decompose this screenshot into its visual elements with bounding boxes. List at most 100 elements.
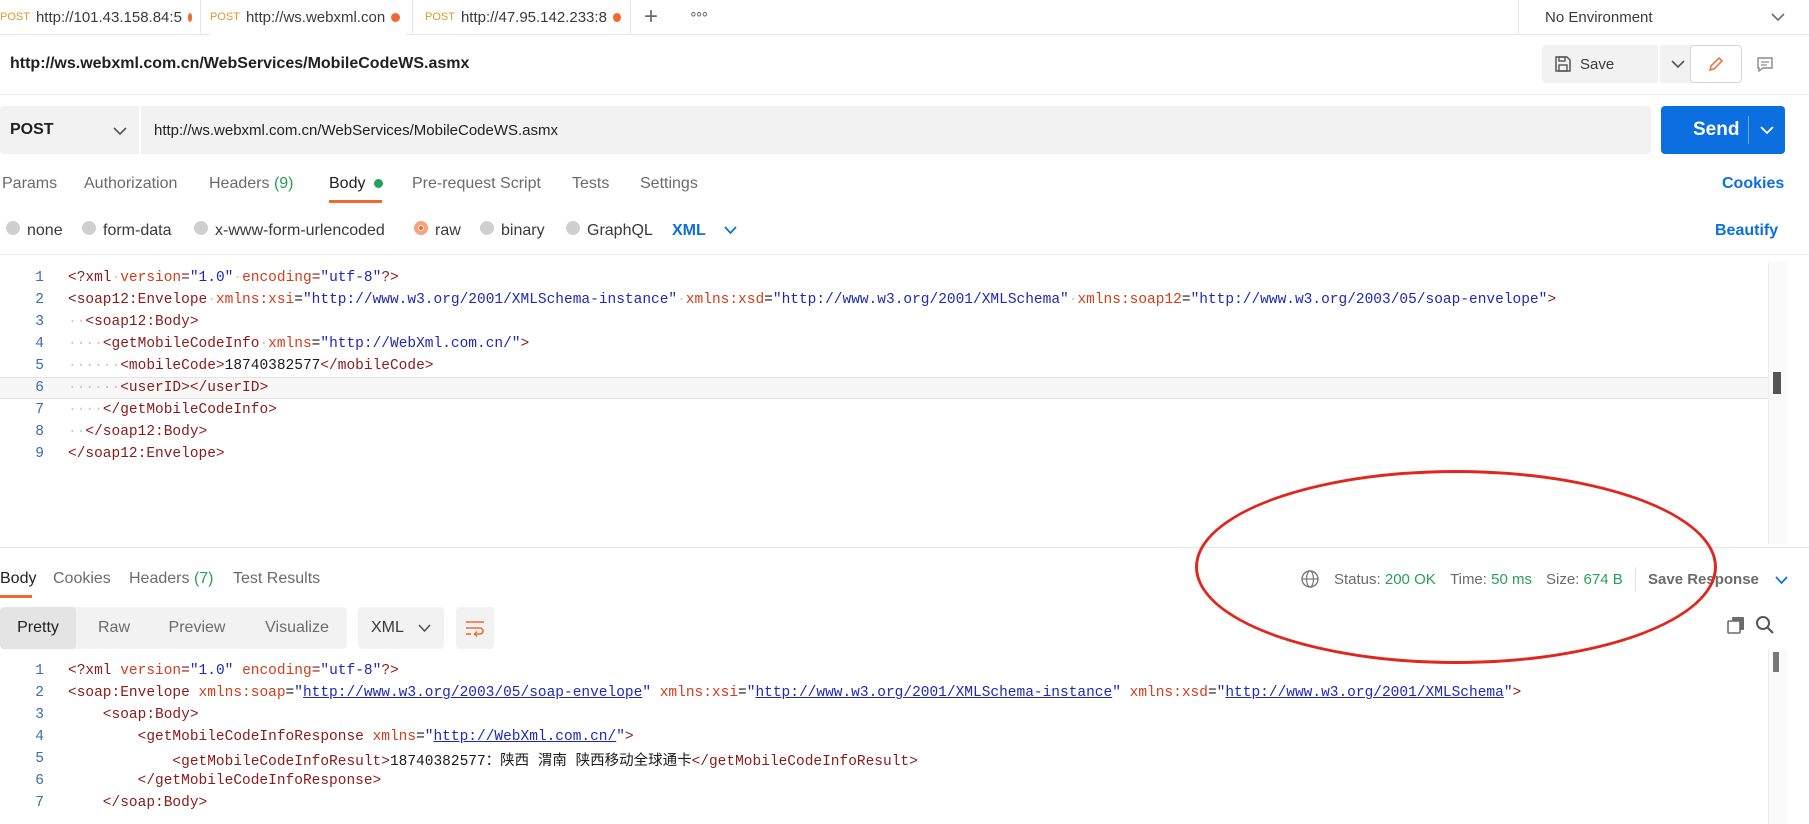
code-text: <userID></userID>	[120, 380, 269, 396]
chevron-down-icon[interactable]	[1760, 125, 1774, 135]
language-select[interactable]: XML	[672, 222, 737, 240]
environment-selector[interactable]: No Environment	[1518, 0, 1809, 34]
code-text: </getMobileCodeInfoResponse>	[68, 773, 382, 789]
line-number: 7	[35, 795, 44, 811]
chevron-down-icon	[418, 623, 431, 632]
tab-prerequest-script[interactable]: Pre-request Script	[412, 175, 541, 193]
response-tab-headers[interactable]: Headers (7)	[129, 570, 214, 588]
radio-none[interactable]	[6, 221, 20, 235]
active-tab-underline	[329, 200, 382, 203]
line-number: 6	[35, 380, 44, 396]
radio-form-data[interactable]	[82, 221, 96, 235]
format-raw[interactable]: Raw	[88, 607, 140, 649]
save-response-button[interactable]: Save Response	[1648, 571, 1788, 588]
line-number: 3	[35, 314, 44, 330]
radio-graphql[interactable]	[566, 221, 580, 235]
save-button[interactable]: Save	[1542, 45, 1658, 83]
chevron-down-icon	[724, 226, 737, 235]
method-select[interactable]: POST	[0, 106, 139, 154]
code-line: 1 <?xml·version="1.0"·encoding="utf-8"?>	[0, 267, 1770, 289]
request-name[interactable]: http://ws.webxml.com.cn/WebServices/Mobi…	[10, 55, 469, 73]
wrap-lines-button[interactable]	[456, 607, 494, 649]
code-text: <getMobileCodeInfoResult>18740382577：陕西 …	[68, 753, 918, 770]
request-body-editor[interactable]: 1 <?xml·version="1.0"·encoding="utf-8"?> …	[0, 267, 1770, 547]
response-status[interactable]: Status: 200 OK	[1334, 571, 1436, 588]
code-line: 4 ···· <getMobileCodeInfo·xmlns="http://We…	[0, 333, 1770, 355]
line-number: 2	[35, 685, 44, 701]
request-tab[interactable]: POST http://101.43.158.84:5	[0, 0, 192, 34]
code-text: <?xml version="1.0" encoding="utf-8"?>	[68, 663, 399, 679]
radio-form-data-label: form-data	[103, 222, 172, 239]
code-line: 7 </soap:Body>	[0, 792, 1770, 814]
comments-button[interactable]	[1748, 45, 1782, 83]
format-preview[interactable]: Preview	[160, 607, 234, 649]
save-response-label: Save Response	[1648, 571, 1759, 588]
code-line: 5 <getMobileCodeInfoResult>18740382577：陕…	[0, 748, 1770, 770]
code-line: 3 <soap:Body>	[0, 704, 1770, 726]
beautify-link[interactable]: Beautify	[1715, 222, 1778, 240]
active-tab-underline	[0, 595, 32, 598]
editor-scrollbar[interactable]	[1768, 262, 1787, 544]
tab-url: http://ws.webxml.con	[245, 8, 386, 26]
request-tab[interactable]: POST http://47.95.142.233:8	[425, 0, 621, 34]
response-tab-test-results[interactable]: Test Results	[233, 570, 320, 588]
tab-authorization[interactable]: Authorization	[84, 175, 177, 193]
send-button[interactable]: Send	[1661, 106, 1785, 154]
line-number: 8	[35, 424, 44, 440]
copy-icon[interactable]	[1726, 615, 1746, 635]
response-headers-count: (7)	[193, 570, 214, 587]
tab-body[interactable]: Body	[329, 175, 383, 193]
scrollbar-thumb[interactable]	[1773, 652, 1779, 672]
tab-tests[interactable]: Tests	[572, 175, 609, 193]
code-text: <mobileCode>18740382577</mobileCode>	[120, 358, 434, 374]
globe-icon[interactable]	[1300, 569, 1320, 589]
radio-urlencoded[interactable]	[194, 221, 208, 235]
tab-url: http://47.95.142.233:8	[460, 8, 607, 26]
new-tab-button[interactable]: +	[644, 3, 658, 31]
search-icon[interactable]	[1755, 615, 1775, 635]
divider	[1748, 116, 1749, 144]
response-time[interactable]: Time: 50 ms	[1450, 571, 1532, 588]
line-number: 6	[35, 773, 44, 789]
code-line: 2 <soap12:Envelope·xmlns:xsi="http://www.…	[0, 289, 1770, 311]
response-language-select[interactable]: XML	[358, 607, 444, 649]
line-number: 4	[35, 336, 44, 352]
radio-raw[interactable]	[414, 221, 428, 235]
response-size[interactable]: Size: 674 B	[1546, 571, 1623, 588]
unsaved-dot-icon	[612, 12, 621, 22]
response-tab-cookies[interactable]: Cookies	[53, 570, 111, 588]
format-visualize[interactable]: Visualize	[252, 607, 342, 649]
tab-method: POST	[210, 11, 240, 23]
more-tabs-icon[interactable]: ∘∘∘	[689, 5, 709, 22]
edit-mode-button[interactable]	[1690, 45, 1742, 83]
radio-binary[interactable]	[480, 221, 494, 235]
tab-headers[interactable]: Headers (9)	[209, 175, 294, 193]
tab-params[interactable]: Params	[2, 175, 57, 193]
time-label: Time:	[1450, 571, 1487, 588]
code-text: <soap12:Body>	[85, 314, 199, 330]
code-line: 1 <?xml version="1.0" encoding="utf-8"?>	[0, 660, 1770, 682]
tab-settings[interactable]: Settings	[640, 175, 698, 193]
request-tab-active[interactable]: POST http://ws.webxml.con	[210, 0, 406, 36]
line-number: 7	[35, 402, 44, 418]
request-name-bar: http://ws.webxml.com.cn/WebServices/Mobi…	[0, 34, 1809, 95]
code-line-current: 6 ······ <userID></userID>	[0, 377, 1770, 399]
response-tab-headers-label: Headers	[129, 570, 190, 587]
code-line: 7 ···· </getMobileCodeInfo>	[0, 399, 1770, 421]
response-scrollbar[interactable]	[1768, 650, 1787, 824]
format-pretty[interactable]: Pretty	[0, 607, 76, 649]
url-input[interactable]	[141, 106, 1651, 154]
scrollbar-thumb[interactable]	[1773, 372, 1781, 394]
response-body-viewer[interactable]: 1 <?xml version="1.0" encoding="utf-8"?> …	[0, 660, 1770, 824]
radio-binary-label: binary	[501, 222, 545, 239]
code-text: </getMobileCodeInfo>	[102, 402, 277, 418]
pane-divider[interactable]	[0, 547, 1809, 548]
tab-divider	[630, 0, 631, 34]
cookies-link[interactable]: Cookies	[1722, 175, 1784, 193]
code-line: 2 <soap:Envelope xmlns:soap="http://www.w…	[0, 682, 1770, 704]
response-tab-body[interactable]: Body	[0, 570, 36, 588]
code-text: </soap12:Body>	[85, 424, 208, 440]
chevron-down-icon	[1771, 13, 1785, 22]
code-text: </soap:Body>	[68, 795, 208, 811]
code-text: <getMobileCodeInfoResponse xmlns="http:/…	[68, 729, 634, 745]
